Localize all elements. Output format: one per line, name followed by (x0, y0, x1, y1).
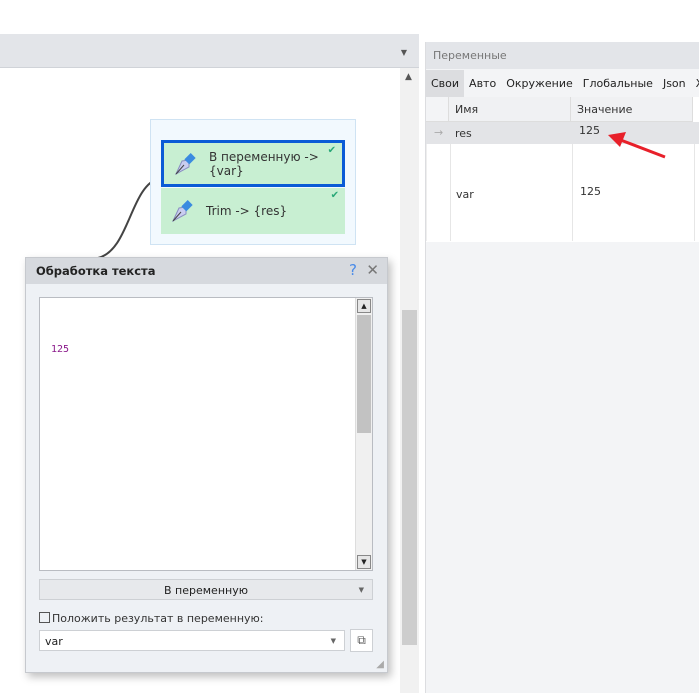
scroll-down-icon[interactable]: ▼ (357, 555, 371, 569)
action-node-set-variable[interactable]: В переменную -> {var} ✔ (161, 140, 345, 187)
scroll-thumb[interactable] (402, 310, 417, 645)
dialog-title: Обработка текста (36, 264, 156, 278)
scroll-up-icon[interactable]: ▲ (357, 299, 371, 313)
tab-environment[interactable]: Окружение (501, 70, 578, 97)
action-node-trim[interactable]: Trim -> {res} ✔ (161, 188, 345, 234)
operation-select[interactable]: В переменную ▼ (39, 579, 373, 600)
result-variable-combo[interactable]: var ▼ (39, 630, 345, 651)
save-icon (39, 612, 50, 623)
pen-icon (171, 200, 193, 223)
operation-value: В переменную (164, 584, 248, 597)
dropdown-arrow-icon[interactable]: ▼ (401, 48, 407, 57)
column-header-name[interactable]: Имя (449, 97, 571, 122)
tab-json[interactable]: Json (658, 70, 691, 97)
cell-value: 125 (580, 185, 601, 198)
dialog-titlebar[interactable]: Обработка текста ? ✕ (26, 258, 387, 284)
node-subtitle: {var} (209, 164, 244, 178)
result-variable-value: var (45, 635, 63, 648)
copy-button[interactable]: ⧉ (350, 629, 373, 652)
node-title: Trim -> {res} (206, 204, 288, 218)
row-indicator-header (426, 97, 449, 122)
copy-icon: ⧉ (357, 633, 366, 647)
action-group: В переменную -> {var} ✔ Trim -> {res} ✔ (150, 119, 356, 245)
canvas-scrollbar[interactable]: ▲ (400, 68, 419, 693)
column-header-value[interactable]: Значение (571, 97, 693, 122)
variables-table: Имя Значение → res 125 var 125 (426, 97, 699, 242)
annotation-arrow (608, 132, 666, 159)
result-label: Положить результат в переменную: (39, 612, 264, 625)
scroll-up-icon[interactable]: ▲ (405, 72, 412, 82)
result-label-text: Положить результат в переменную: (52, 612, 264, 625)
node-title: В переменную -> (209, 150, 319, 164)
input-text: 125 (51, 344, 70, 355)
tab-auto[interactable]: Авто (464, 70, 501, 97)
scroll-thumb[interactable] (357, 315, 371, 433)
resize-grip-icon[interactable]: ◢ (376, 659, 384, 670)
tab-own[interactable]: Свои (426, 70, 465, 97)
tab-xml[interactable]: Xml (691, 70, 699, 97)
text-processing-dialog: Обработка текста ? ✕ 125 ▲ ▼ В переменну… (25, 257, 388, 673)
row-arrow-icon: → (434, 126, 444, 139)
panel-title: Переменные (426, 42, 699, 69)
variables-tabs: Свои Авто Окружение Глобальные Json Xml (426, 70, 699, 97)
check-icon: ✔ (330, 190, 339, 201)
cell-name: res (455, 127, 472, 140)
chevron-down-icon: ▼ (358, 586, 364, 594)
chevron-down-icon: ▼ (330, 637, 336, 645)
cell-name: var (456, 188, 474, 201)
text-input-area[interactable]: 125 ▲ ▼ (39, 297, 373, 571)
tab-global[interactable]: Глобальные (578, 70, 658, 97)
pen-icon (174, 153, 196, 176)
textarea-scrollbar[interactable]: ▲ ▼ (355, 298, 372, 570)
check-icon: ✔ (327, 145, 336, 156)
close-icon[interactable]: ✕ (366, 261, 379, 279)
help-icon[interactable]: ? (349, 261, 357, 279)
